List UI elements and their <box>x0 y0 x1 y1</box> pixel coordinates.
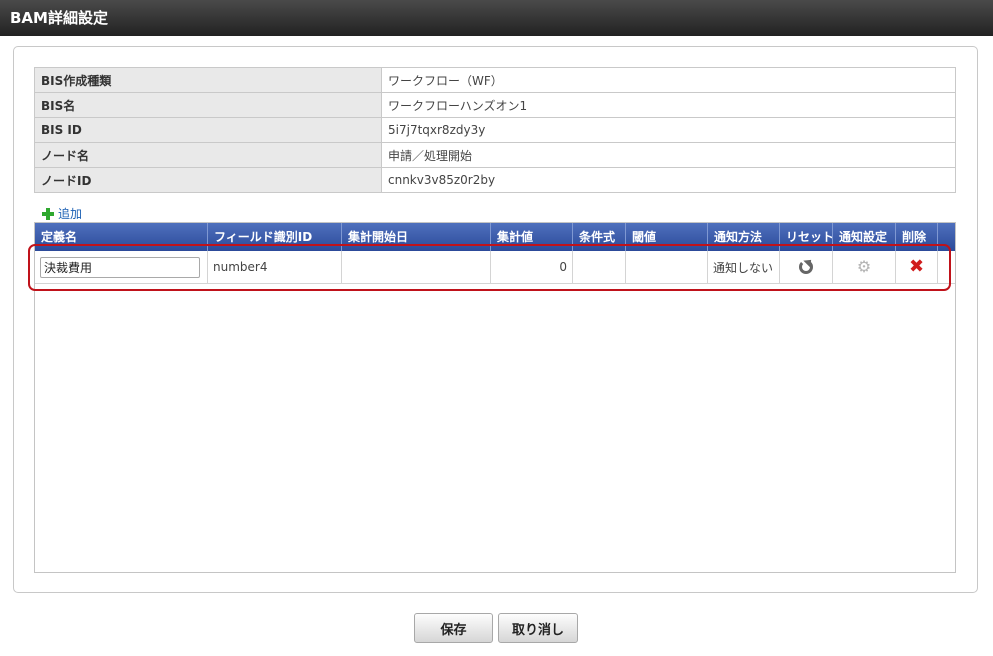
table-row: number4 0 通知しない ⚙ ✖ <box>35 251 955 284</box>
notify-settings-cell: ⚙ <box>833 251 896 283</box>
gear-icon[interactable]: ⚙ <box>857 259 871 275</box>
info-value: 5i7j7tqxr8zdy3y <box>381 117 956 143</box>
aggregate-cell: 0 <box>491 251 573 283</box>
info-label: BIS名 <box>34 92 382 118</box>
column-header-condition[interactable]: 条件式 <box>573 223 626 251</box>
add-link-label: 追加 <box>58 207 83 221</box>
condition-cell <box>573 251 626 283</box>
reset-cell <box>780 251 833 283</box>
cancel-button[interactable]: 取り消し <box>498 613 578 643</box>
refresh-icon[interactable] <box>799 260 813 274</box>
info-row-node-id: ノードID cnnkv3v85z0r2by <box>34 167 956 193</box>
info-row-bis-name: BIS名 ワークフローハンズオン1 <box>34 92 956 118</box>
info-value: cnnkv3v85z0r2by <box>381 167 956 193</box>
column-header-notify-settings[interactable]: 通知設定 <box>833 223 896 251</box>
info-value: ワークフロー（WF） <box>381 67 956 93</box>
threshold-cell <box>626 251 708 283</box>
start-date-cell <box>342 251 491 283</box>
window-title: BAM詳細設定 <box>0 0 993 36</box>
info-label: BIS ID <box>34 117 382 143</box>
info-value: ワークフローハンズオン1 <box>381 92 956 118</box>
notify-method-cell: 通知しない <box>708 251 780 283</box>
bis-info-table: BIS作成種類 ワークフロー（WF） BIS名 ワークフローハンズオン1 BIS… <box>34 67 956 193</box>
field-id-cell: number4 <box>208 251 342 283</box>
column-header-definition-name[interactable]: 定義名 <box>35 223 208 251</box>
column-header-reset[interactable]: リセット <box>780 223 833 251</box>
definition-name-input[interactable] <box>40 256 200 278</box>
info-label: BIS作成種類 <box>34 67 382 93</box>
info-row-node-name: ノード名 申請／処理開始 <box>34 142 956 168</box>
bam-definition-grid: 定義名 フィールド識別ID 集計開始日 集計値 条件式 閾値 通知方法 リセット… <box>34 222 956 573</box>
add-definition-link[interactable]: 追加 <box>42 205 82 222</box>
delete-cell: ✖ <box>896 251 938 283</box>
main-panel: BIS作成種類 ワークフロー（WF） BIS名 ワークフローハンズオン1 BIS… <box>13 46 978 593</box>
info-value: 申請／処理開始 <box>381 142 956 168</box>
definition-name-cell <box>35 251 208 283</box>
column-header-delete[interactable]: 削除 <box>896 223 938 251</box>
column-header-start-date[interactable]: 集計開始日 <box>342 223 491 251</box>
info-row-bis-id: BIS ID 5i7j7tqxr8zdy3y <box>34 117 956 143</box>
column-header-threshold[interactable]: 閾値 <box>626 223 708 251</box>
column-header-notify-method[interactable]: 通知方法 <box>708 223 780 251</box>
grid-header: 定義名 フィールド識別ID 集計開始日 集計値 条件式 閾値 通知方法 リセット… <box>35 223 955 251</box>
delete-x-icon[interactable]: ✖ <box>909 258 924 276</box>
plus-icon <box>42 207 54 220</box>
column-header-aggregate[interactable]: 集計値 <box>491 223 573 251</box>
info-label: ノード名 <box>34 142 382 168</box>
info-row-type: BIS作成種類 ワークフロー（WF） <box>34 67 956 93</box>
column-header-field-id[interactable]: フィールド識別ID <box>208 223 342 251</box>
info-label: ノードID <box>34 167 382 193</box>
save-button[interactable]: 保存 <box>414 613 493 643</box>
